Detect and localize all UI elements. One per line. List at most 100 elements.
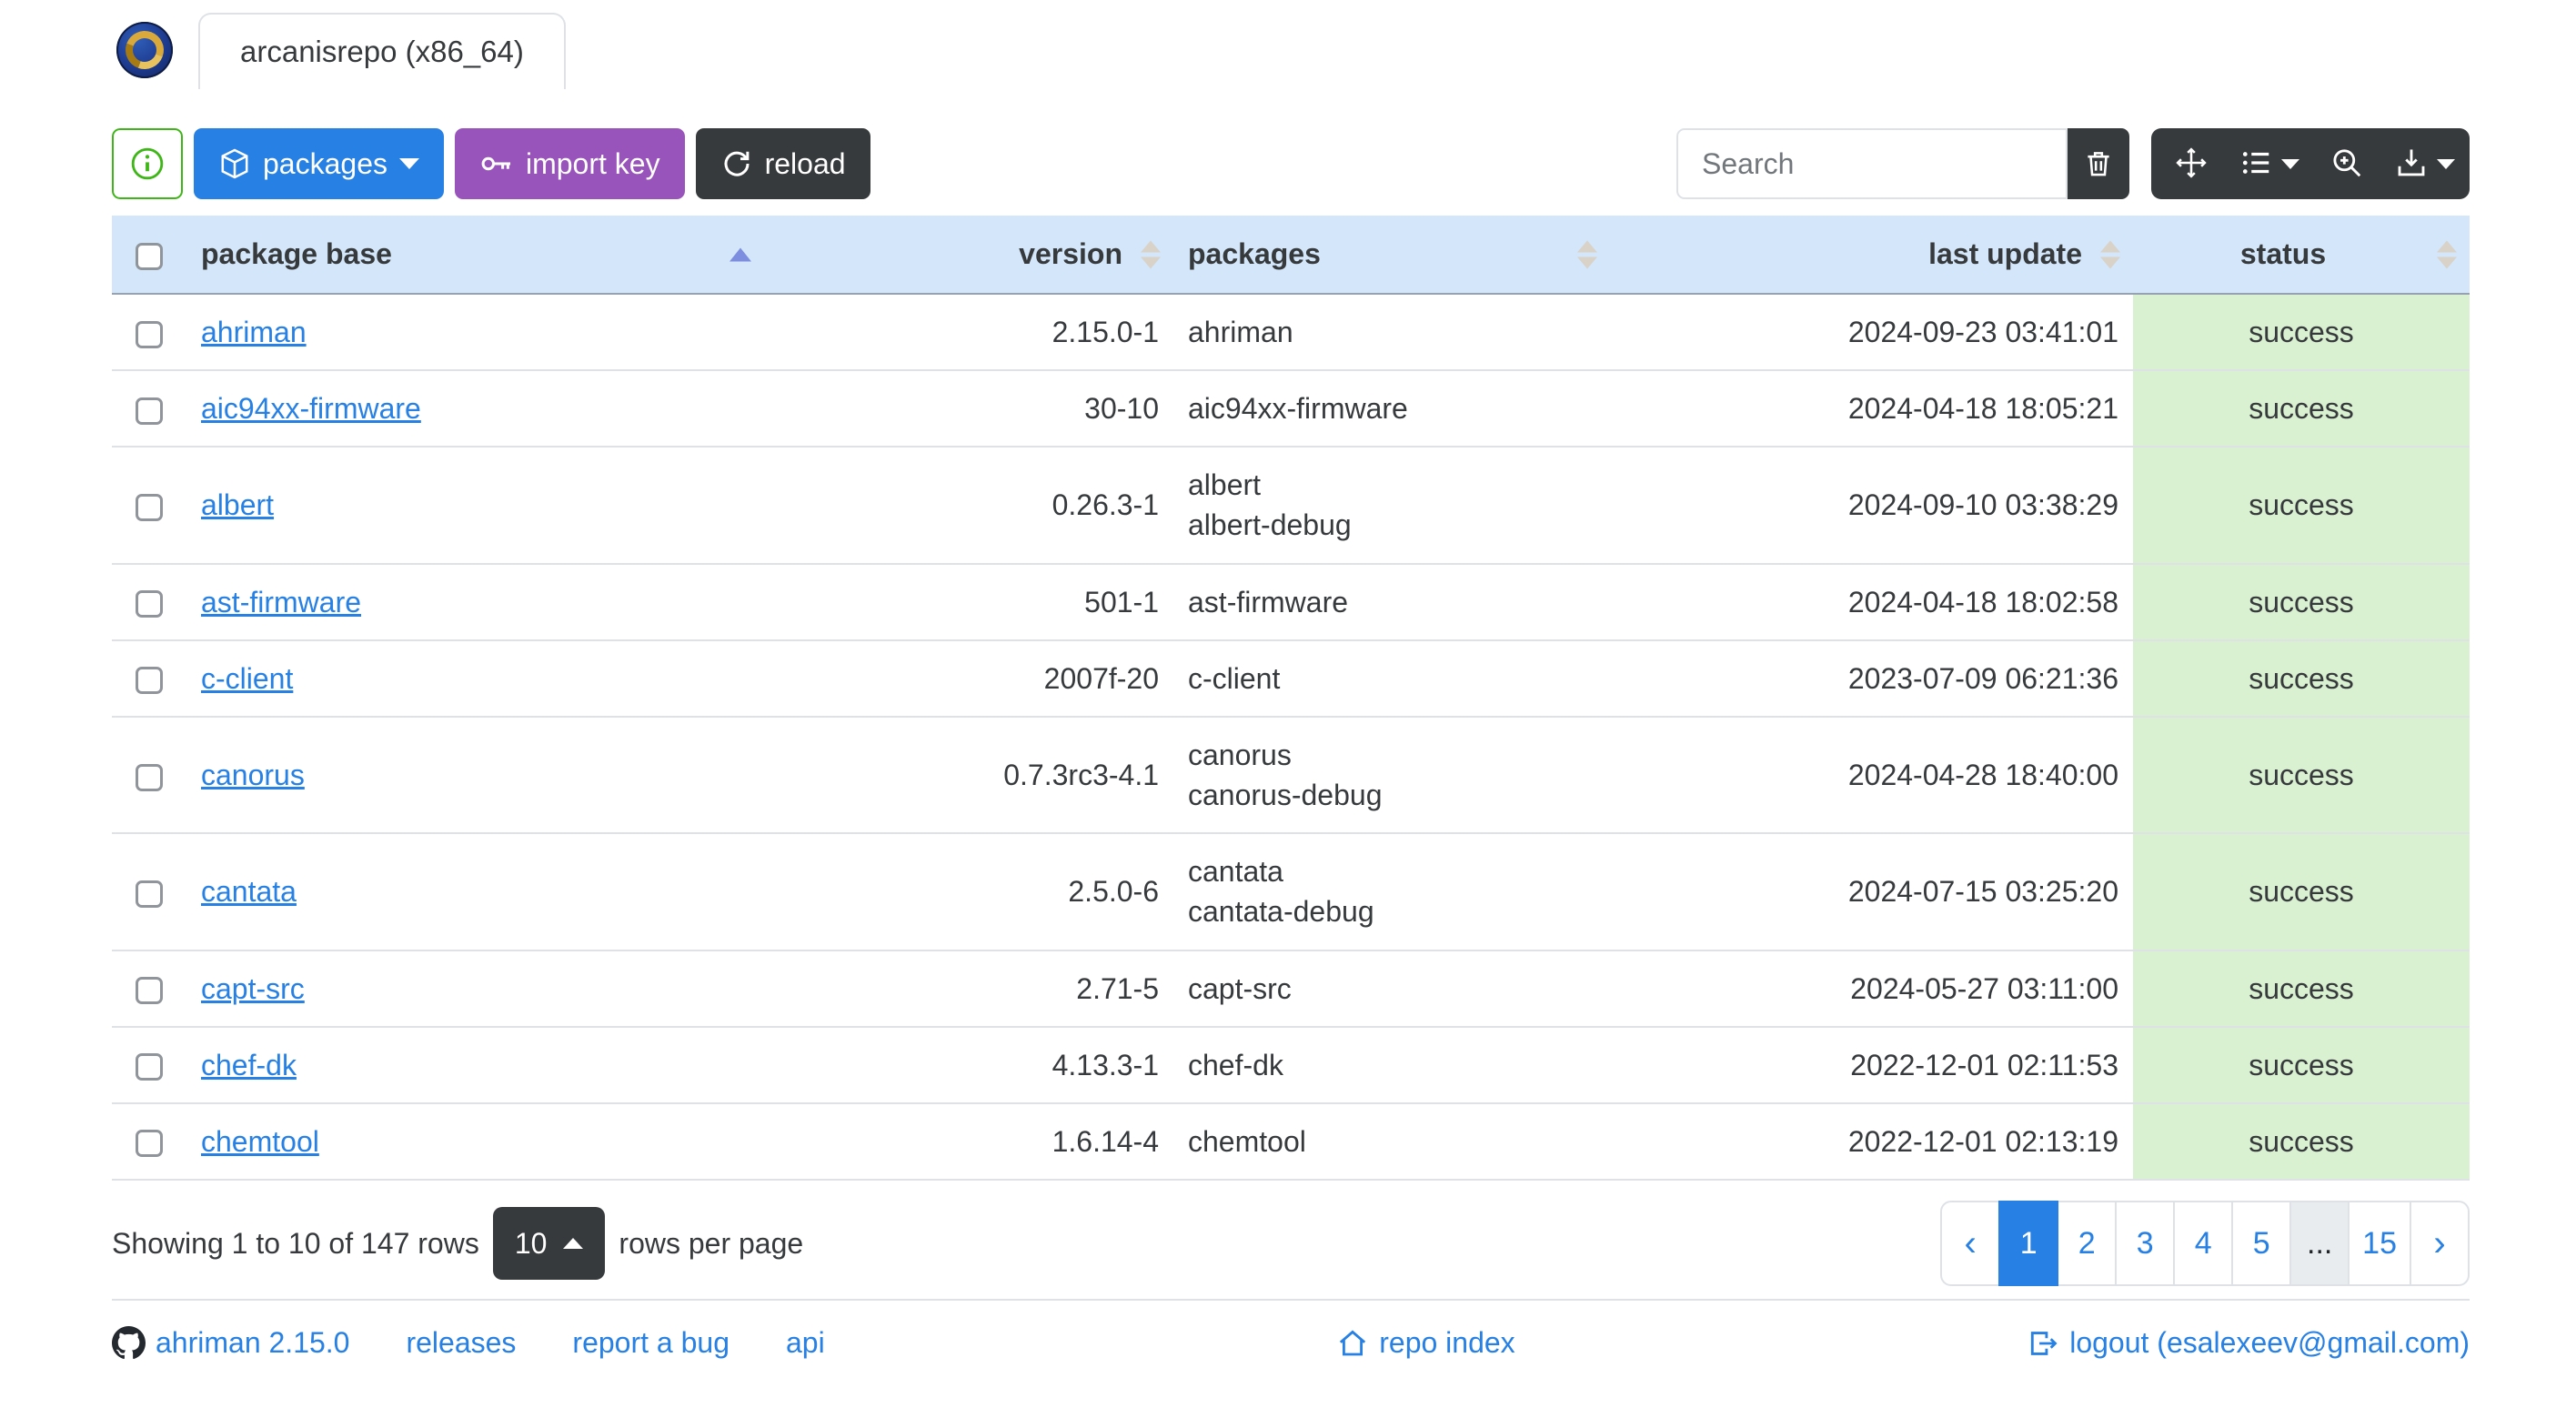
- package-base-link[interactable]: aic94xx-firmware: [201, 392, 421, 425]
- last-update-cell: 2024-04-18 18:02:58: [1610, 563, 2133, 641]
- package-base-cell: canorus: [186, 716, 764, 835]
- column-header-label: version: [1019, 237, 1122, 270]
- column-header-status[interactable]: status: [2133, 216, 2470, 295]
- pagination-page-4[interactable]: 4: [2173, 1201, 2234, 1287]
- trash-icon: [2083, 148, 2114, 179]
- column-header-packages[interactable]: packages: [1173, 216, 1610, 295]
- column-header-label: packages: [1188, 237, 1321, 270]
- search-input[interactable]: [1676, 128, 2068, 199]
- sort-asc-icon: [730, 247, 751, 261]
- package-base-link[interactable]: capt-src: [201, 972, 305, 1005]
- header-select-all-cell: [112, 216, 186, 295]
- table-row: canorus 0.7.3rc3-4.1 canorus canorus-debu…: [112, 716, 2470, 835]
- last-update-cell: 2023-07-09 06:21:36: [1610, 639, 2133, 718]
- api-label: api: [785, 1326, 825, 1360]
- toggle-search-button[interactable]: [2310, 128, 2383, 199]
- build-status-page: arcanisrepo (x86_64) packages import key…: [0, 0, 2576, 1428]
- info-icon: [130, 146, 165, 181]
- logout-label: logout (esalexeev@gmail.com): [2069, 1326, 2470, 1360]
- packages-cell: chemtool: [1173, 1102, 1610, 1182]
- table-row: ahriman 2.15.0-1 ahriman 2024-09-23 03:4…: [112, 294, 2470, 372]
- package-base-link[interactable]: cantata: [201, 875, 297, 908]
- export-download-icon: [2394, 146, 2429, 183]
- export-dropdown-button[interactable]: [2383, 128, 2466, 199]
- repository-tab-label: arcanisrepo (x86_64): [240, 35, 524, 68]
- repository-tab[interactable]: arcanisrepo (x86_64): [198, 13, 566, 89]
- row-checkbox[interactable]: [136, 977, 163, 1005]
- package-name: ast-firmware: [1188, 585, 1349, 618]
- pagination-summary-group: Showing 1 to 10 of 147 rows 10 rows per …: [112, 1207, 803, 1281]
- package-base-cell: capt-src: [186, 950, 764, 1028]
- pagination-page-3[interactable]: 3: [2115, 1201, 2176, 1287]
- last-update-cell: 2024-07-15 03:25:20: [1610, 833, 2133, 951]
- column-header-label: package base: [201, 237, 392, 270]
- pagination-summary: Showing 1 to 10 of 147 rows: [112, 1226, 479, 1260]
- row-checkbox[interactable]: [136, 880, 163, 908]
- row-checkbox[interactable]: [136, 590, 163, 618]
- pagination-page-5[interactable]: 5: [2231, 1201, 2292, 1287]
- zoom-in-icon: [2329, 146, 2364, 183]
- pagination-page-2[interactable]: 2: [2057, 1201, 2118, 1287]
- row-checkbox[interactable]: [136, 1130, 163, 1158]
- row-select-cell: [112, 1026, 186, 1104]
- packages-cell: albert albert-debug: [1173, 447, 1610, 565]
- releases-label: releases: [406, 1326, 517, 1360]
- table-row: capt-src 2.71-5 capt-src 2024-05-27 03:1…: [112, 950, 2470, 1028]
- sort-both-icon: [2437, 240, 2457, 268]
- pagination-next-button[interactable]: ›: [2410, 1201, 2470, 1287]
- logout-icon: [2027, 1327, 2059, 1360]
- pagination-prev-button[interactable]: ‹: [1940, 1201, 2001, 1287]
- releases-link[interactable]: releases: [406, 1326, 516, 1360]
- ahriman-version-link[interactable]: ahriman 2.15.0: [112, 1326, 349, 1360]
- arrows-move-icon: [2174, 146, 2209, 183]
- import-key-button[interactable]: import key: [454, 128, 685, 199]
- columns-dropdown-button[interactable]: [2228, 128, 2310, 199]
- repo-index-link[interactable]: repo index: [1336, 1326, 1515, 1360]
- package-base-link[interactable]: chemtool: [201, 1125, 319, 1158]
- report-bug-link[interactable]: report a bug: [572, 1326, 730, 1360]
- column-header-version[interactable]: version: [764, 216, 1173, 295]
- fullscreen-button[interactable]: [2155, 128, 2228, 199]
- package-base-link[interactable]: ast-firmware: [201, 586, 361, 618]
- row-checkbox[interactable]: [136, 667, 163, 695]
- packages-dropdown-button[interactable]: packages: [194, 128, 444, 199]
- info-button[interactable]: [112, 128, 183, 199]
- last-update-cell: 2022-12-01 02:11:53: [1610, 1026, 2133, 1104]
- row-checkbox[interactable]: [136, 320, 163, 348]
- repo-index-label: repo index: [1379, 1326, 1515, 1360]
- columns-list-icon: [2239, 146, 2273, 183]
- page-size-dropdown-button[interactable]: 10: [492, 1207, 606, 1281]
- packages-cell: cantata cantata-debug: [1173, 833, 1610, 951]
- chevron-down-icon: [2437, 158, 2455, 169]
- row-checkbox[interactable]: [136, 493, 163, 521]
- package-base-link[interactable]: chef-dk: [201, 1049, 297, 1081]
- row-checkbox[interactable]: [136, 1053, 163, 1081]
- reload-button[interactable]: reload: [695, 128, 870, 199]
- logout-link[interactable]: logout (esalexeev@gmail.com): [2027, 1326, 2470, 1360]
- pagination-page-15[interactable]: 15: [2348, 1201, 2411, 1287]
- row-checkbox[interactable]: [136, 763, 163, 791]
- packages-button-label: packages: [263, 147, 387, 180]
- column-header-label: status: [2239, 237, 2327, 270]
- package-name: albert-debug: [1188, 508, 1352, 542]
- version-cell: 0.7.3rc3-4.1: [764, 716, 1173, 835]
- import-key-button-label: import key: [525, 147, 660, 180]
- column-header-package-base[interactable]: package base: [186, 216, 764, 295]
- package-base-link[interactable]: c-client: [201, 662, 293, 695]
- pagination-page-1[interactable]: 1: [1998, 1201, 2059, 1287]
- select-all-checkbox[interactable]: [136, 242, 163, 270]
- remove-package-button[interactable]: [2068, 128, 2129, 199]
- version-cell: 2.5.0-6: [764, 833, 1173, 951]
- version-cell: 501-1: [764, 563, 1173, 641]
- package-name: canorus-debug: [1188, 779, 1383, 812]
- pagination-bar: Showing 1 to 10 of 147 rows 10 rows per …: [112, 1201, 2470, 1287]
- row-checkbox[interactable]: [136, 397, 163, 425]
- package-base-link[interactable]: ahriman: [201, 316, 307, 348]
- table-row: cantata 2.5.0-6 cantata cantata-debug 202…: [112, 833, 2470, 951]
- package-base-link[interactable]: albert: [201, 488, 274, 521]
- api-link[interactable]: api: [786, 1326, 825, 1360]
- package-base-link[interactable]: canorus: [201, 759, 305, 791]
- status-cell: success: [2133, 294, 2470, 372]
- package-base-cell: ast-firmware: [186, 563, 764, 641]
- column-header-last-update[interactable]: last update: [1610, 216, 2133, 295]
